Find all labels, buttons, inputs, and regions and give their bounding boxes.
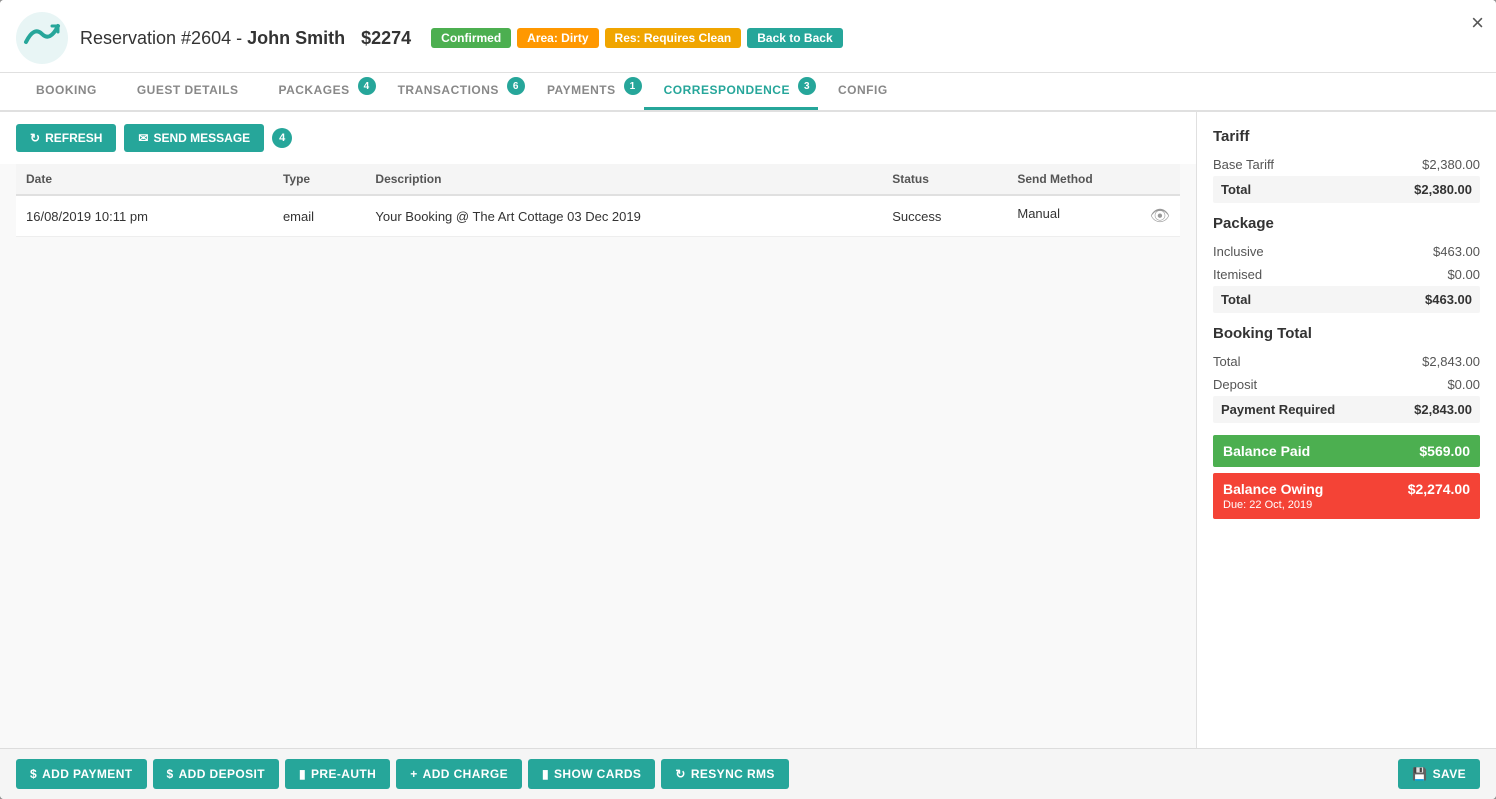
send-message-button[interactable]: ✉ SEND MESSAGE [124, 124, 264, 152]
confirmed-badge: Confirmed [431, 28, 511, 48]
message-icon: ✉ [138, 131, 148, 145]
back-to-back-badge: Back to Back [747, 28, 842, 48]
add-payment-button[interactable]: $ ADD PAYMENT [16, 759, 147, 789]
add-charge-button[interactable]: + ADD CHARGE [396, 759, 522, 789]
modal-header: Reservation #2604 - John Smith $2274 Con… [0, 0, 1496, 73]
header-amount: $2274 [361, 28, 411, 49]
area-dirty-badge: Area: Dirty [517, 28, 598, 48]
balance-owing-bar: Balance Owing $2,274.00 Due: 22 Oct, 201… [1213, 473, 1480, 519]
view-icon[interactable]: 👁 [1150, 206, 1170, 226]
main-content: ↻ REFRESH ✉ SEND MESSAGE 4 Date [0, 112, 1196, 748]
table-header: Date Type Description Status Send Method [16, 164, 1180, 195]
col-date: Date [16, 164, 273, 195]
show-cards-button[interactable]: ▮ SHOW CARDS [528, 759, 655, 789]
package-section: Package Inclusive $463.00 Itemised $0.00… [1213, 215, 1480, 313]
packages-count-badge: 4 [358, 77, 376, 95]
sidebar: Tariff Base Tariff $2,380.00 Total $2,38… [1196, 112, 1496, 748]
refresh-icon: ↻ [30, 131, 40, 145]
balance-owing-value: $2,274.00 [1408, 481, 1470, 497]
close-button[interactable]: × [1471, 10, 1484, 36]
inclusive-row: Inclusive $463.00 [1213, 240, 1480, 263]
pre-auth-button[interactable]: ▮ PRE-AUTH [285, 759, 390, 789]
table-row: 16/08/2019 10:11 pm email Your Booking @… [16, 195, 1180, 237]
toolbar: ↻ REFRESH ✉ SEND MESSAGE 4 [0, 112, 1196, 164]
refresh-label: REFRESH [45, 131, 102, 145]
col-description: Description [365, 164, 882, 195]
balance-paid-bar: Balance Paid $569.00 [1213, 435, 1480, 467]
booking-total-row: Total $2,843.00 [1213, 350, 1480, 373]
tariff-title: Tariff [1213, 128, 1480, 145]
col-status: Status [882, 164, 1007, 195]
correspondence-count-badge: 3 [798, 77, 816, 95]
footer-bar: $ ADD PAYMENT $ ADD DEPOSIT ▮ PRE-AUTH +… [0, 748, 1496, 799]
badge-group: Confirmed Area: Dirty Res: Requires Clea… [431, 28, 842, 48]
table-container: Date Type Description Status Send Method… [0, 164, 1196, 748]
package-total-row: Total $463.00 [1213, 286, 1480, 313]
balance-owing-label: Balance Owing [1223, 481, 1323, 497]
tab-config[interactable]: CONFIG [818, 73, 908, 110]
send-message-label: SEND MESSAGE [153, 131, 250, 145]
card-icon: ▮ [299, 767, 306, 781]
resync-icon: ↻ [675, 767, 685, 781]
row-type: email [273, 195, 365, 237]
tariff-total-row: Total $2,380.00 [1213, 176, 1480, 203]
row-date: 16/08/2019 10:11 pm [16, 195, 273, 237]
dollar-icon: $ [30, 767, 37, 781]
payment-required-row: Payment Required $2,843.00 [1213, 396, 1480, 423]
balance-paid-value: $569.00 [1419, 443, 1470, 459]
tab-payments[interactable]: PAYMENTS 1 [527, 73, 644, 110]
reservation-label: Reservation #2604 - [80, 28, 247, 48]
tab-booking[interactable]: BOOKING [16, 73, 117, 110]
tariff-section: Tariff Base Tariff $2,380.00 Total $2,38… [1213, 128, 1480, 203]
booking-total-section: Booking Total Total $2,843.00 Deposit $0… [1213, 325, 1480, 423]
res-requires-clean-badge: Res: Requires Clean [605, 28, 742, 48]
reservation-title: Reservation #2604 - John Smith [80, 28, 345, 49]
base-tariff-row: Base Tariff $2,380.00 [1213, 153, 1480, 176]
plus-icon: + [410, 767, 417, 781]
save-icon: 💾 [1412, 767, 1427, 781]
payments-count-badge: 1 [624, 77, 642, 95]
package-title: Package [1213, 215, 1480, 232]
row-status: Success [882, 195, 1007, 237]
transactions-count-badge: 6 [507, 77, 525, 95]
balance-paid-label: Balance Paid [1223, 443, 1310, 459]
correspondence-table: Date Type Description Status Send Method… [16, 164, 1180, 237]
cards-icon: ▮ [542, 767, 549, 781]
balance-owing-top: Balance Owing $2,274.00 [1223, 481, 1470, 497]
content-area: ↻ REFRESH ✉ SEND MESSAGE 4 Date [0, 112, 1496, 748]
deposit-dollar-icon: $ [167, 767, 174, 781]
tab-packages[interactable]: PACKAGES 4 [258, 73, 377, 110]
balance-owing-due: Due: 22 Oct, 2019 [1223, 499, 1470, 511]
tabs-bar: BOOKING GUEST DETAILS PACKAGES 4 TRANSAC… [0, 73, 1496, 112]
row-description: Your Booking @ The Art Cottage 03 Dec 20… [365, 195, 882, 237]
tab-guest-details[interactable]: GUEST DETAILS [117, 73, 259, 110]
app-logo [16, 12, 68, 64]
col-type: Type [273, 164, 365, 195]
resync-rms-button[interactable]: ↻ RESYNC RMS [661, 759, 788, 789]
deposit-row: Deposit $0.00 [1213, 373, 1480, 396]
booking-total-title: Booking Total [1213, 325, 1480, 342]
tab-transactions[interactable]: TRANSACTIONS 6 [378, 73, 527, 110]
tab-correspondence[interactable]: CORRESPONDENCE 3 [644, 73, 818, 110]
itemised-row: Itemised $0.00 [1213, 263, 1480, 286]
save-button[interactable]: 💾 SAVE [1398, 759, 1480, 789]
add-deposit-button[interactable]: $ ADD DEPOSIT [153, 759, 280, 789]
refresh-button[interactable]: ↻ REFRESH [16, 124, 116, 152]
send-count-badge: 4 [272, 128, 292, 148]
row-send-method: Manual 👁 [1007, 195, 1180, 237]
guest-name: John Smith [247, 28, 345, 48]
col-send-method: Send Method [1007, 164, 1180, 195]
table-body: 16/08/2019 10:11 pm email Your Booking @… [16, 195, 1180, 237]
